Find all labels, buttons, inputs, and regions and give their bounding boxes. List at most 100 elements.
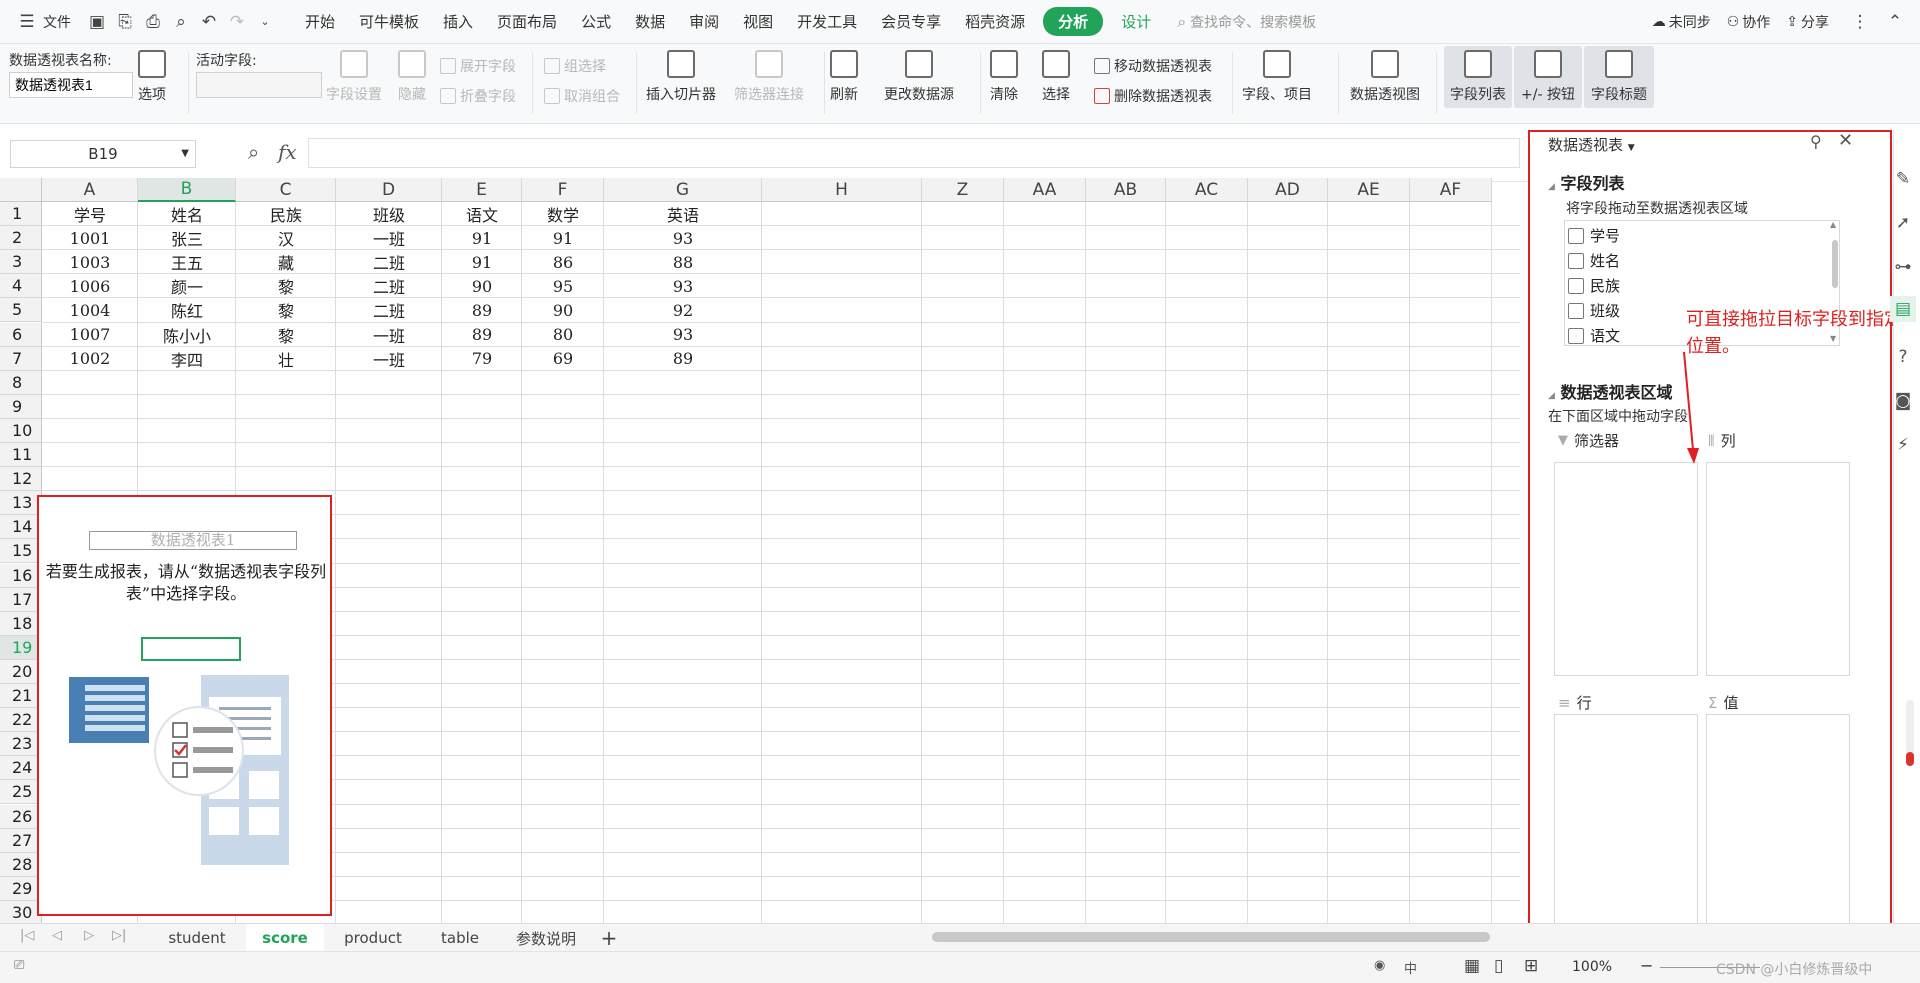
active-field-input[interactable] [196, 72, 322, 98]
column-header-ae[interactable]: AE [1328, 178, 1410, 202]
field-checkbox[interactable] [1568, 227, 1584, 244]
tab-design[interactable]: 设计 [1109, 11, 1163, 32]
data-cell[interactable]: 陈红 [138, 298, 236, 322]
header-cell[interactable]: 语文 [442, 202, 522, 226]
data-cell[interactable]: 90 [442, 274, 522, 298]
share-button[interactable]: ⇪ 分享 [1786, 12, 1829, 32]
data-cell[interactable]: 张三 [138, 226, 236, 250]
data-cell[interactable]: 黎 [236, 323, 336, 347]
data-cell[interactable]: 1001 [42, 226, 138, 250]
data-cell[interactable]: 一班 [336, 323, 442, 347]
column-header-e[interactable]: E [442, 178, 522, 202]
macro-record-icon[interactable]: ⎚ [14, 958, 24, 973]
row-header-8[interactable]: 8 [0, 370, 42, 395]
row-header-4[interactable]: 4 [0, 274, 42, 299]
print-icon[interactable]: ⎙ [142, 11, 164, 33]
cursor-icon[interactable]: ➚ [1890, 210, 1916, 236]
row-header-13[interactable]: 13 [0, 491, 42, 516]
row-header-21[interactable]: 21 [0, 684, 42, 709]
data-cell[interactable]: 藏 [236, 250, 336, 274]
thermo-scroll[interactable] [1906, 700, 1914, 766]
zoom-out-icon[interactable]: − [1640, 956, 1653, 975]
tab-developer[interactable]: 开发工具 [785, 11, 869, 32]
data-cell[interactable]: 1002 [42, 347, 138, 371]
row-header-29[interactable]: 29 [0, 876, 42, 901]
column-header-d[interactable]: D [336, 178, 442, 202]
data-cell[interactable]: 93 [604, 274, 762, 298]
pin-icon[interactable]: ⚲ [1810, 132, 1822, 151]
data-cell[interactable]: 95 [522, 274, 604, 298]
column-header-c[interactable]: C [236, 178, 336, 202]
field-headers-toggle[interactable]: 字段标题 [1584, 46, 1654, 108]
row-header-18[interactable]: 18 [0, 611, 42, 636]
hamburger-menu-icon[interactable]: ☰ [16, 11, 38, 33]
data-cell[interactable]: 90 [522, 298, 604, 322]
active-cell[interactable] [141, 637, 241, 661]
row-drop-zone[interactable] [1554, 714, 1698, 934]
data-cell[interactable]: 李四 [138, 347, 236, 371]
data-cell[interactable]: 86 [522, 250, 604, 274]
data-cell[interactable]: 一班 [336, 347, 442, 371]
column-header-ac[interactable]: AC [1166, 178, 1248, 202]
more-icon[interactable]: ⋮ [1849, 11, 1871, 33]
first-sheet-icon[interactable]: |◁ [20, 928, 34, 943]
tab-page-layout[interactable]: 页面布局 [485, 11, 569, 32]
add-sheet-button[interactable]: + [594, 924, 624, 952]
row-header-25[interactable]: 25 [0, 780, 42, 805]
customize-toolbar-icon[interactable]: ⌄ [254, 11, 276, 33]
data-cell[interactable]: 91 [442, 226, 522, 250]
data-cell[interactable]: 1006 [42, 274, 138, 298]
field-checkbox[interactable] [1568, 327, 1584, 344]
help-icon[interactable]: ? [1890, 344, 1916, 370]
input-mode-icon[interactable]: 中 [1404, 958, 1417, 977]
row-header-1[interactable]: 1 [0, 202, 42, 227]
zoom-formula-icon[interactable]: ⌕ [248, 140, 259, 164]
expand-field-button[interactable]: 展开字段 [440, 56, 516, 76]
data-cell[interactable]: 壮 [236, 347, 336, 371]
collab-button[interactable]: ⚇ 协作 [1727, 12, 1771, 32]
group-select-button[interactable]: 组选择 [544, 56, 606, 76]
column-header-a[interactable]: A [42, 178, 138, 202]
row-header-17[interactable]: 17 [0, 587, 42, 612]
page-break-view-icon[interactable]: ⊞ [1524, 956, 1538, 976]
collapse-ribbon-icon[interactable]: ⌃ [1884, 11, 1906, 33]
pivot-table-placeholder[interactable]: 数据透视表1 若要生成报表，请从“数据透视表字段列表”中选择字段。 [37, 495, 332, 916]
filter-drop-zone[interactable] [1554, 462, 1698, 676]
header-cell[interactable]: 数学 [522, 202, 604, 226]
sheet-tab-product[interactable]: product [326, 924, 420, 952]
zoom-level[interactable]: 100% [1572, 959, 1612, 975]
field-settings-button[interactable]: 字段设置 [326, 50, 382, 104]
print-preview-icon[interactable]: ⌕ [170, 11, 192, 33]
data-cell[interactable]: 89 [442, 298, 522, 322]
row-header-11[interactable]: 11 [0, 443, 42, 468]
data-cell[interactable]: 88 [604, 250, 762, 274]
move-pivot-button[interactable]: 移动数据透视表 [1094, 56, 1212, 76]
data-cell[interactable]: 93 [604, 323, 762, 347]
undo-icon[interactable]: ↶ [198, 11, 220, 33]
tab-insert[interactable]: 插入 [431, 11, 485, 32]
data-cell[interactable]: 1003 [42, 250, 138, 274]
header-cell[interactable]: 英语 [604, 202, 762, 226]
column-header-ab[interactable]: AB [1086, 178, 1166, 202]
row-header-26[interactable]: 26 [0, 804, 42, 829]
data-cell[interactable]: 89 [604, 347, 762, 371]
column-header-ad[interactable]: AD [1248, 178, 1328, 202]
pivot-name-input[interactable] [9, 72, 133, 98]
data-cell[interactable]: 黎 [236, 274, 336, 298]
value-drop-zone[interactable] [1706, 714, 1850, 934]
tab-analyze[interactable]: 分析 [1043, 7, 1104, 36]
options-button[interactable]: 选项 [138, 50, 166, 104]
close-icon[interactable]: ✕ [1838, 130, 1853, 151]
row-header-16[interactable]: 16 [0, 563, 42, 588]
data-cell[interactable]: 79 [442, 347, 522, 371]
hide-button[interactable]: 隐藏 [398, 50, 426, 104]
select-button[interactable]: 选择 [1042, 50, 1070, 104]
sheet-tab-table[interactable]: table [422, 924, 498, 952]
collapse-field-button[interactable]: 折叠字段 [440, 86, 516, 106]
row-header-20[interactable]: 20 [0, 659, 42, 684]
data-cell[interactable]: 1004 [42, 298, 138, 322]
tab-templates[interactable]: 可牛模板 [347, 11, 431, 32]
file-menu[interactable]: 文件 [41, 12, 83, 32]
refresh-button[interactable]: 刷新 [830, 50, 858, 104]
row-header-24[interactable]: 24 [0, 756, 42, 781]
